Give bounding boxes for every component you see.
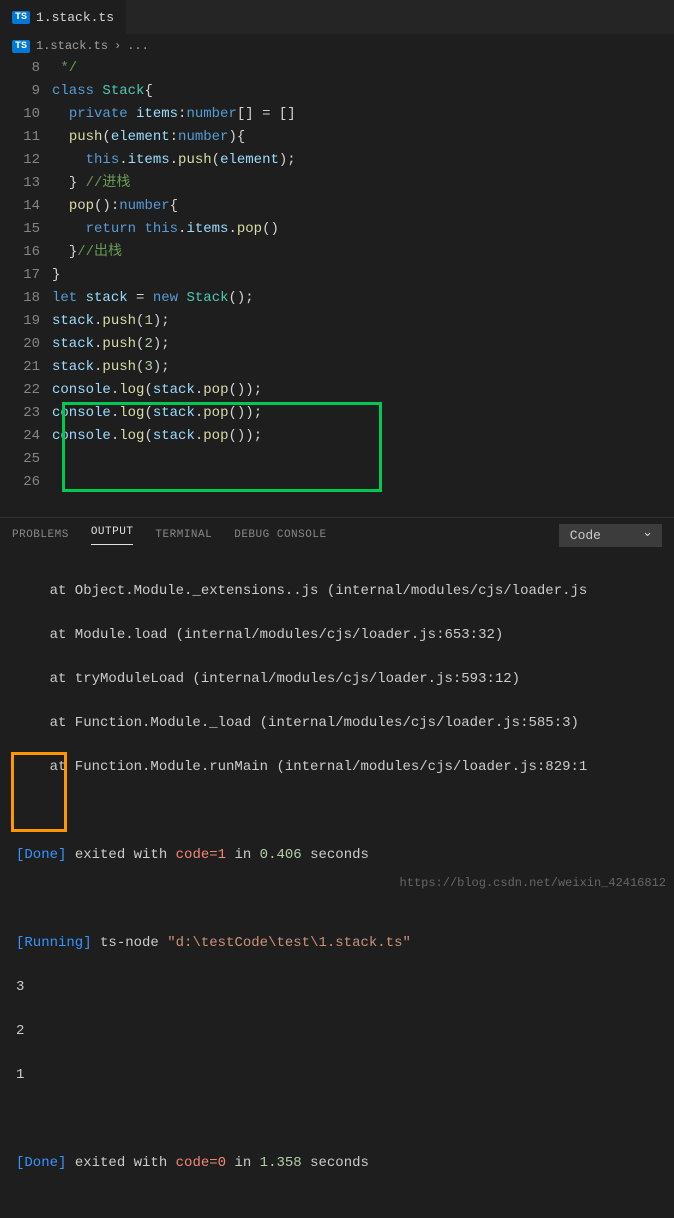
breadcrumb[interactable]: TS 1.stack.ts › ... <box>0 35 674 57</box>
code-line: pop():number{ <box>52 195 674 218</box>
code-area[interactable]: */class Stack{ private items:number[] = … <box>52 57 674 517</box>
panel-tabs: PROBLEMS OUTPUT TERMINAL DEBUG CONSOLE C… <box>0 517 674 552</box>
line-number: 20 <box>0 333 40 356</box>
line-number: 24 <box>0 425 40 448</box>
line-number: 21 <box>0 356 40 379</box>
line-gutter: 891011121314151617181920212223242526 <box>0 57 52 517</box>
line-number: 17 <box>0 264 40 287</box>
line-number: 18 <box>0 287 40 310</box>
code-line: private items:number[] = [] <box>52 103 674 126</box>
line-number: 16 <box>0 241 40 264</box>
code-line: return this.items.pop() <box>52 218 674 241</box>
running-line: [Running] ts-node "d:\testCode\test\1.st… <box>16 932 658 954</box>
stack-trace-line: at Function.Module._load (internal/modul… <box>16 712 658 734</box>
ts-icon: TS <box>12 11 30 24</box>
tab-filename: 1.stack.ts <box>36 10 114 25</box>
stack-trace-line: at tryModuleLoad (internal/modules/cjs/l… <box>16 668 658 690</box>
watermark: https://blog.csdn.net/weixin_42416812 <box>400 876 666 890</box>
tab-bar: TS 1.stack.ts <box>0 0 674 35</box>
code-line: this.items.push(element); <box>52 149 674 172</box>
code-line: console.log(stack.pop()); <box>52 379 674 402</box>
stack-trace-line: at Module.load (internal/modules/cjs/loa… <box>16 624 658 646</box>
tab-output[interactable]: OUTPUT <box>91 526 134 545</box>
output-value: 1 <box>16 1064 658 1086</box>
line-number: 11 <box>0 126 40 149</box>
line-number: 9 <box>0 80 40 103</box>
line-number: 25 <box>0 448 40 471</box>
code-line: push(element:number){ <box>52 126 674 149</box>
breadcrumb-dots: ... <box>127 39 149 53</box>
code-line: class Stack{ <box>52 80 674 103</box>
code-line: let stack = new Stack(); <box>52 287 674 310</box>
stack-trace-line: at Function.Module.runMain (internal/mod… <box>16 756 658 778</box>
output-value: 3 <box>16 976 658 998</box>
line-number: 10 <box>0 103 40 126</box>
breadcrumb-sep: › <box>114 39 121 53</box>
breadcrumb-filename: 1.stack.ts <box>36 39 108 53</box>
code-line: stack.push(3); <box>52 356 674 379</box>
line-number: 23 <box>0 402 40 425</box>
code-line: stack.push(1); <box>52 310 674 333</box>
code-line: stack.push(2); <box>52 333 674 356</box>
done-line: [Done] exited with code=1 in 0.406 secon… <box>16 844 658 866</box>
line-number: 8 <box>0 57 40 80</box>
tab-terminal[interactable]: TERMINAL <box>155 529 212 541</box>
line-number: 22 <box>0 379 40 402</box>
line-number: 14 <box>0 195 40 218</box>
tab-debug-console[interactable]: DEBUG CONSOLE <box>234 529 326 541</box>
output-value: 2 <box>16 1020 658 1042</box>
code-line: console.log(stack.pop()); <box>52 425 674 448</box>
tab-problems[interactable]: PROBLEMS <box>12 529 69 541</box>
tab-file[interactable]: TS 1.stack.ts <box>0 0 126 35</box>
ts-icon: TS <box>12 40 30 53</box>
line-number: 19 <box>0 310 40 333</box>
code-line: } //进栈 <box>52 172 674 195</box>
line-number: 26 <box>0 471 40 494</box>
code-line: console.log(stack.pop()); <box>52 402 674 425</box>
line-number: 15 <box>0 218 40 241</box>
code-line: }//出栈 <box>52 241 674 264</box>
output-panel[interactable]: at Object.Module._extensions..js (intern… <box>0 552 674 892</box>
editor: 891011121314151617181920212223242526 */c… <box>0 57 674 517</box>
code-line: } <box>52 264 674 287</box>
line-number: 12 <box>0 149 40 172</box>
done-line: [Done] exited with code=0 in 1.358 secon… <box>16 1152 658 1174</box>
line-number: 13 <box>0 172 40 195</box>
code-line: */ <box>52 57 674 80</box>
stack-trace-line: at Object.Module._extensions..js (intern… <box>16 580 658 602</box>
output-channel-select[interactable]: Code <box>559 524 662 547</box>
